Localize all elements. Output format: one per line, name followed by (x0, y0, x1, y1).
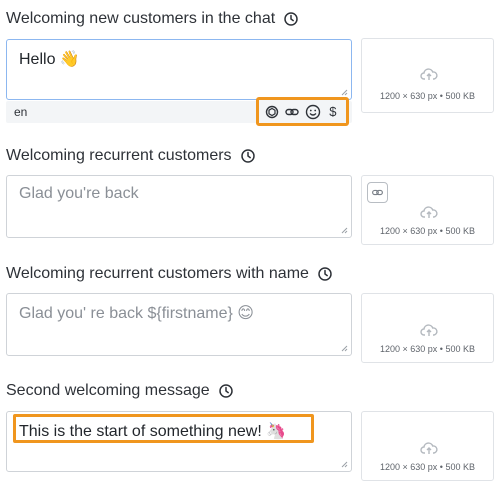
text-highlight-box (13, 414, 314, 443)
clock-icon[interactable] (283, 11, 299, 27)
section-title-text: Welcoming recurrent customers with name (6, 265, 309, 282)
image-upload-dropzone[interactable]: 1200 × 630 px • 500 KB (361, 411, 494, 481)
recurrent-name-message-textarea[interactable]: Glad you' re back ${firstname} 😊 (6, 293, 352, 356)
section-title-text: Second welcoming message (6, 382, 210, 399)
section-title-text: Welcoming recurrent customers (6, 147, 232, 164)
recurrent-message-textarea[interactable]: Glad you're back (6, 175, 352, 238)
textarea-value: Glad you're back (19, 185, 139, 202)
language-code[interactable]: en (14, 105, 27, 119)
clock-icon[interactable] (240, 148, 256, 164)
section-title-second-welcoming: Second welcoming message (6, 382, 234, 400)
link-icon[interactable] (284, 104, 300, 120)
upload-cloud-icon (420, 442, 438, 454)
image-upload-dropzone[interactable]: 1200 × 630 px • 500 KB (361, 293, 494, 363)
upload-dimensions: 1200 × 630 px • 500 KB (380, 344, 475, 354)
textarea-value: Hello 👋 (19, 51, 80, 68)
welcome-message-textarea[interactable]: Hello 👋 (6, 39, 352, 100)
upload-cloud-icon (420, 206, 438, 218)
section-title-text: Welcoming new customers in the chat (6, 10, 276, 27)
upload-dimensions: 1200 × 630 px • 500 KB (380, 462, 475, 472)
section-title-recurrent: Welcoming recurrent customers (6, 147, 256, 165)
resize-grip-icon[interactable] (340, 226, 348, 234)
emoji-icon[interactable] (305, 104, 321, 120)
section-title-recurrent-with-name: Welcoming recurrent customers with name (6, 265, 333, 283)
upload-dimensions: 1200 × 630 px • 500 KB (380, 91, 475, 101)
clock-icon[interactable] (317, 266, 333, 282)
dollar-icon[interactable]: $ (325, 104, 341, 120)
upload-cloud-icon (420, 68, 438, 80)
resize-grip-icon[interactable] (340, 344, 348, 352)
resize-grip-icon[interactable] (340, 460, 348, 468)
textarea-value: Glad you' re back ${firstname} 😊 (19, 305, 254, 322)
openai-icon[interactable] (264, 104, 280, 120)
image-upload-dropzone[interactable]: 1200 × 630 px • 500 KB (361, 38, 494, 113)
section-title-new-customers: Welcoming new customers in the chat (6, 10, 299, 28)
link-icon[interactable] (367, 182, 388, 203)
message-toolbar: $ (256, 97, 349, 126)
upload-cloud-icon (420, 324, 438, 336)
clock-icon[interactable] (218, 383, 234, 399)
resize-grip-icon[interactable] (340, 88, 348, 96)
upload-dimensions: 1200 × 630 px • 500 KB (380, 226, 475, 236)
